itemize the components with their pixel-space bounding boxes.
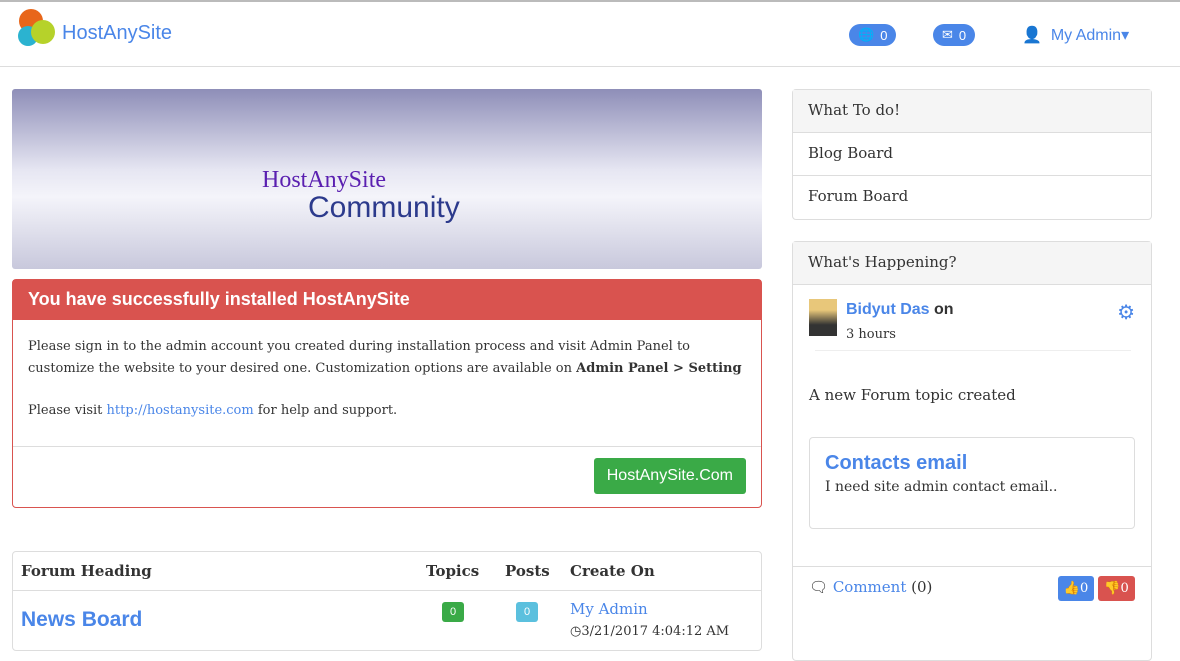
navbar: HostAnySite 🌐 0 ✉ 0 👤 My Admin▾ [0, 0, 1180, 67]
on-text: on [934, 301, 954, 318]
topic-card[interactable]: Contacts email I need site admin contact… [809, 437, 1135, 529]
mail-count: 0 [958, 27, 967, 43]
globe-count: 0 [880, 27, 888, 43]
forum-link[interactable]: News Board [21, 608, 142, 632]
todo-blog-board[interactable]: Blog Board [793, 133, 1151, 176]
todo-title: What To do! [793, 90, 1151, 133]
like-button[interactable]: 👍0 [1058, 576, 1094, 601]
dislike-button[interactable]: 👎0 [1098, 576, 1135, 601]
activity-text: A new Forum topic created [809, 386, 1016, 404]
col-created: Create On [570, 562, 655, 580]
happening-panel: What's Happening? Bidyut Das on 3 hours … [792, 241, 1152, 661]
banner-carousel[interactable]: HostAnySite Community [12, 89, 762, 269]
avatar[interactable] [809, 299, 837, 336]
logo-icon [18, 9, 55, 46]
user-link[interactable]: Bidyut Das [846, 301, 930, 318]
notifications-button[interactable]: 🌐 0 [849, 24, 897, 46]
todo-panel: What To do! Blog Board Forum Board [792, 89, 1152, 220]
comment-link[interactable]: Comment [833, 578, 907, 596]
install-alert: You have successfully installed HostAnyS… [12, 279, 762, 508]
todo-forum-board[interactable]: Forum Board [793, 176, 1151, 219]
banner-title: HostAnySite [262, 167, 387, 193]
happening-title: What's Happening? [793, 242, 1151, 285]
clock-icon: ◷ [570, 624, 582, 639]
thumbs-down-icon: 👎 [1104, 581, 1121, 596]
topics-badge: 0 [442, 602, 464, 622]
banner-subtitle: Community [308, 191, 460, 224]
hostanysite-button[interactable]: HostAnySite.Com [593, 458, 746, 494]
user-menu-label: My Admin [1050, 27, 1122, 44]
gear-icon[interactable]: ⚙ [1117, 300, 1135, 324]
user-menu[interactable]: 👤 My Admin▾ [1022, 25, 1129, 45]
globe-icon: 🌐 [858, 27, 875, 42]
user-icon: 👤 [1022, 27, 1042, 44]
envelope-icon: ✉ [942, 27, 953, 42]
created-date: ◷3/21/2017 4:04:12 AM [570, 624, 730, 639]
comment-icon: 🗨 [809, 578, 829, 596]
card-title[interactable]: Contacts email [825, 452, 1119, 475]
posts-badge: 0 [516, 602, 538, 622]
brand-link[interactable]: HostAnySite [62, 22, 172, 45]
col-heading: Forum Heading [21, 562, 152, 580]
messages-button[interactable]: ✉ 0 [933, 24, 976, 46]
comment-count: (0) [911, 578, 933, 596]
alert-text: Please sign in to the admin account you … [28, 339, 742, 376]
card-text: I need site admin contact email.. [825, 479, 1058, 495]
creator-link[interactable]: My Admin [570, 600, 648, 618]
col-posts: Posts [505, 562, 550, 580]
thumbs-up-icon: 👍 [1063, 581, 1080, 596]
forum-table: Forum Heading Topics Posts Create On New… [12, 551, 762, 651]
time-ago: 3 hours [846, 327, 896, 342]
col-topics: Topics [426, 562, 480, 580]
help-link[interactable]: http://hostanysite.com [107, 403, 254, 418]
alert-help: Please visit http://hostanysite.com for … [28, 403, 398, 418]
alert-title: You have successfully installed HostAnyS… [13, 280, 761, 320]
